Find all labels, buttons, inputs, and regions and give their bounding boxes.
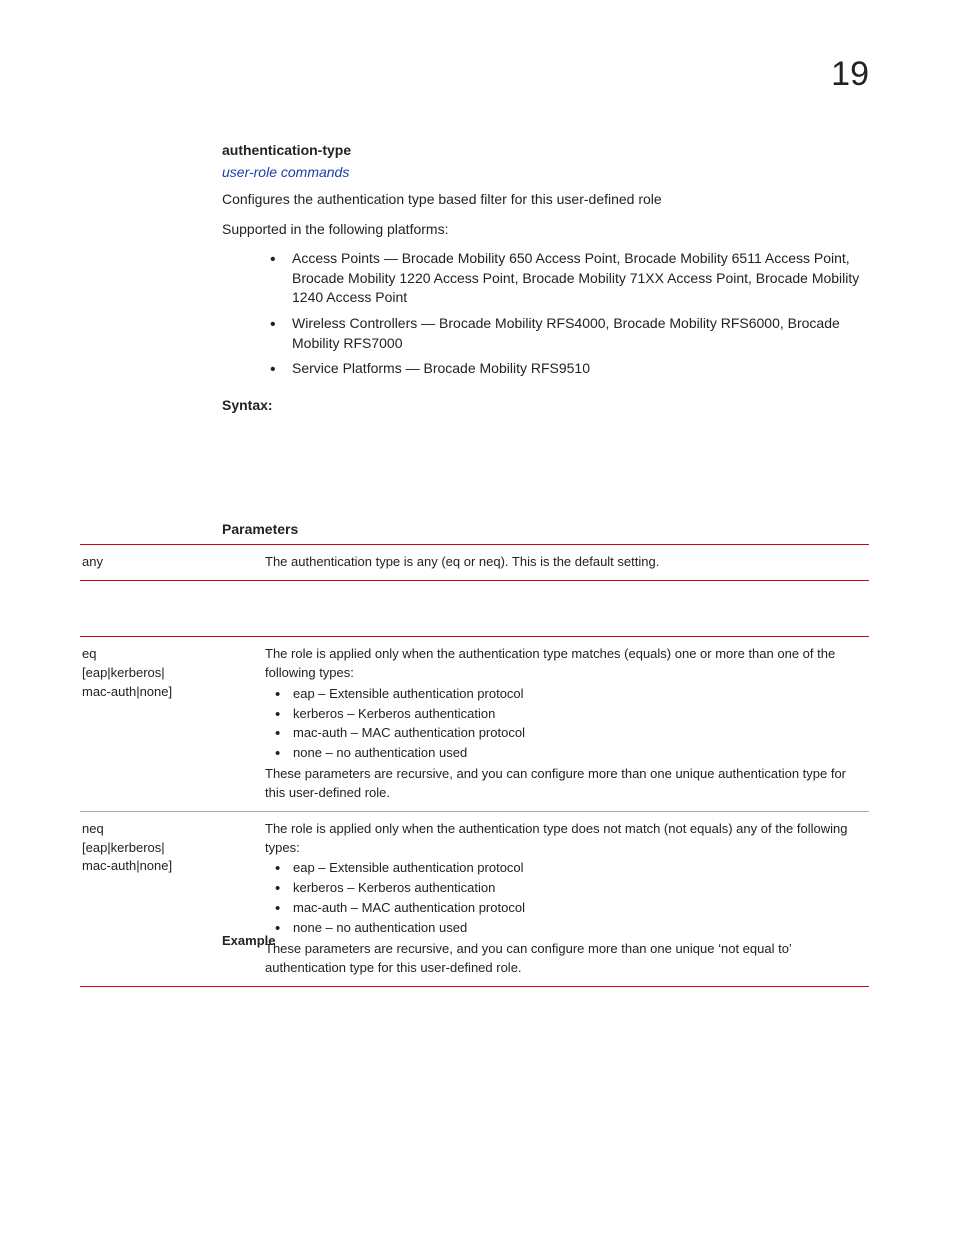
section-description: Configures the authentication type based…	[222, 190, 869, 210]
param-desc: The role is applied only when the authen…	[265, 820, 867, 978]
list-item: kerberos – Kerberos authentication	[293, 705, 867, 724]
list-item: none – no authentication used	[293, 744, 867, 763]
syntax-placeholder	[222, 413, 869, 503]
section-title: authentication-type	[222, 142, 869, 158]
syntax-heading: Syntax:	[222, 397, 869, 413]
list-item: mac-auth – MAC authentication protocol	[293, 724, 867, 743]
param-name-line: [eap|kerberos|	[82, 664, 257, 683]
parameters-heading: Parameters	[222, 521, 869, 537]
param-desc-intro: The role is applied only when the authen…	[265, 820, 867, 858]
param-desc: The role is applied only when the authen…	[265, 645, 867, 803]
page: 19 authentication-type user-role command…	[0, 0, 954, 1235]
param-desc-outro: These parameters are recursive, and you …	[265, 940, 867, 978]
param-desc: The authentication type is any (eq or ne…	[265, 553, 867, 572]
param-name-line: mac-auth|none]	[82, 857, 257, 876]
param-name: any	[82, 553, 265, 572]
param-name-line: mac-auth|none]	[82, 683, 257, 702]
list-item: none – no authentication used	[293, 919, 867, 938]
example-heading: Example	[222, 933, 275, 948]
param-desc-list: eap – Extensible authentication protocol…	[265, 685, 867, 763]
param-desc-list: eap – Extensible authentication protocol…	[265, 859, 867, 937]
content-block: authentication-type user-role commands C…	[222, 142, 869, 537]
table-row: eq [eap|kerberos| mac-auth|none] The rol…	[80, 637, 869, 811]
supported-intro: Supported in the following platforms:	[222, 220, 869, 240]
table-bottom-rule	[80, 986, 869, 987]
param-name: eq [eap|kerberos| mac-auth|none]	[82, 645, 265, 803]
param-name-line: neq	[82, 820, 257, 839]
list-item: Service Platforms — Brocade Mobility RFS…	[292, 359, 869, 379]
list-item: eap – Extensible authentication protocol	[293, 859, 867, 878]
table-row: neq [eap|kerberos| mac-auth|none] The ro…	[80, 812, 869, 986]
table-bottom-rule	[80, 580, 869, 581]
breadcrumb-link[interactable]: user-role commands	[222, 164, 869, 180]
parameters-table-any: any The authentication type is any (eq o…	[80, 544, 869, 581]
chapter-number: 19	[831, 55, 869, 94]
list-item: Wireless Controllers — Brocade Mobility …	[292, 314, 869, 353]
parameters-table-eq-neq: eq [eap|kerberos| mac-auth|none] The rol…	[80, 636, 869, 987]
platform-list: Access Points — Brocade Mobility 650 Acc…	[222, 249, 869, 379]
param-desc-intro: The role is applied only when the authen…	[265, 645, 867, 683]
list-item: Access Points — Brocade Mobility 650 Acc…	[292, 249, 869, 308]
param-desc-outro: These parameters are recursive, and you …	[265, 765, 867, 803]
param-name-line: eq	[82, 645, 257, 664]
param-name: neq [eap|kerberos| mac-auth|none]	[82, 820, 265, 978]
table-row: any The authentication type is any (eq o…	[80, 545, 869, 580]
list-item: mac-auth – MAC authentication protocol	[293, 899, 867, 918]
param-name-line: [eap|kerberos|	[82, 839, 257, 858]
list-item: eap – Extensible authentication protocol	[293, 685, 867, 704]
list-item: kerberos – Kerberos authentication	[293, 879, 867, 898]
